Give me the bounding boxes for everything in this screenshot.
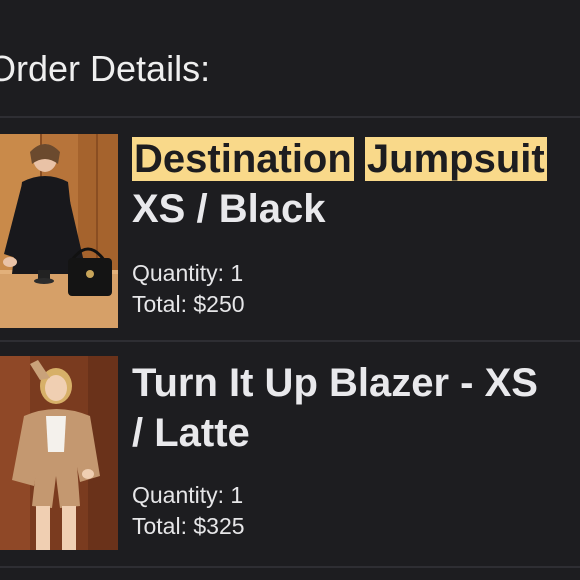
product-variant: XS / Black — [132, 187, 326, 231]
product-variant: / Latte — [132, 411, 250, 455]
quantity-label: Quantity: 1 — [132, 482, 244, 508]
total-label: Total: $325 — [132, 513, 245, 539]
divider — [0, 340, 580, 342]
highlighted-word: Destination — [132, 137, 354, 181]
jumpsuit-photo — [0, 134, 118, 328]
order-details-page: Order Details: Destination Jumpsuit XS /… — [0, 0, 580, 580]
page-title: Order Details: — [0, 48, 211, 89]
order-item[interactable]: Destination Jumpsuit XS / Black Quantity… — [0, 130, 580, 330]
divider — [0, 566, 580, 568]
quantity-label: Quantity: 1 — [132, 260, 244, 286]
product-name: Turn It Up Blazer - XS — [132, 361, 538, 405]
product-title[interactable]: Turn It Up Blazer - XS / Latte — [132, 358, 580, 458]
total-label: Total: $250 — [132, 291, 245, 317]
product-image[interactable] — [0, 356, 118, 550]
blazer-photo — [0, 356, 118, 550]
product-title[interactable]: Destination Jumpsuit XS / Black — [132, 134, 580, 234]
highlighted-word: Jumpsuit — [364, 137, 547, 181]
product-image[interactable] — [0, 134, 118, 328]
order-item[interactable]: Turn It Up Blazer - XS / Latte Quantity:… — [0, 356, 580, 556]
divider — [0, 116, 580, 118]
